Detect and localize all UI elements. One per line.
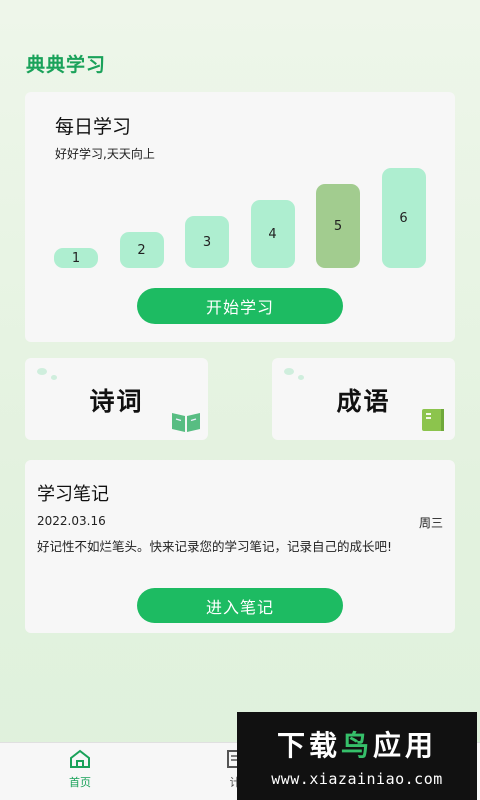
level-bar-1[interactable]: 1 — [54, 248, 98, 268]
daily-study-card: 每日学习 好好学习,天天向上 123456 开始学习 — [25, 92, 455, 342]
start-study-button[interactable]: 开始学习 — [137, 288, 343, 324]
study-notes-card: 学习笔记 2022.03.16 周三 好记性不如烂笔头。快来记录您的学习笔记，记… — [25, 460, 455, 633]
idiom-card[interactable]: 成语 — [272, 358, 455, 440]
level-bar-4[interactable]: 4 — [250, 200, 295, 268]
poetry-card[interactable]: 诗词 — [25, 358, 208, 440]
open-book-icon — [170, 409, 202, 437]
watermark-part3: 应用 — [373, 729, 438, 762]
notes-title: 学习笔记 — [37, 484, 109, 505]
watermark-part2: 鸟 — [340, 729, 373, 762]
closed-book-icon — [419, 407, 449, 437]
level-bar-6[interactable]: 6 — [381, 168, 426, 268]
notes-description: 好记性不如烂笔头。快来记录您的学习笔记，记录自己的成长吧! — [37, 539, 393, 554]
home-icon — [68, 749, 92, 772]
enter-notes-button[interactable]: 进入笔记 — [137, 588, 343, 623]
app-title: 典典学习 — [26, 54, 107, 76]
level-bar-3[interactable]: 3 — [185, 216, 229, 268]
watermark-badge: 下载鸟应用 www.xiazainiao.com — [237, 712, 477, 800]
level-bar-2[interactable]: 2 — [119, 232, 164, 268]
level-bar-5[interactable]: 5 — [316, 184, 360, 268]
watermark-title: 下载鸟应用 — [237, 724, 477, 764]
notes-date: 2022.03.16 — [37, 514, 106, 528]
watermark-part1: 下载 — [276, 729, 341, 762]
notes-weekday: 周三 — [418, 516, 443, 530]
tab-home-label: 首页 — [69, 776, 91, 789]
tab-home[interactable]: 首页 — [50, 749, 110, 790]
watermark-url: www.xiazainiao.com — [271, 770, 443, 788]
